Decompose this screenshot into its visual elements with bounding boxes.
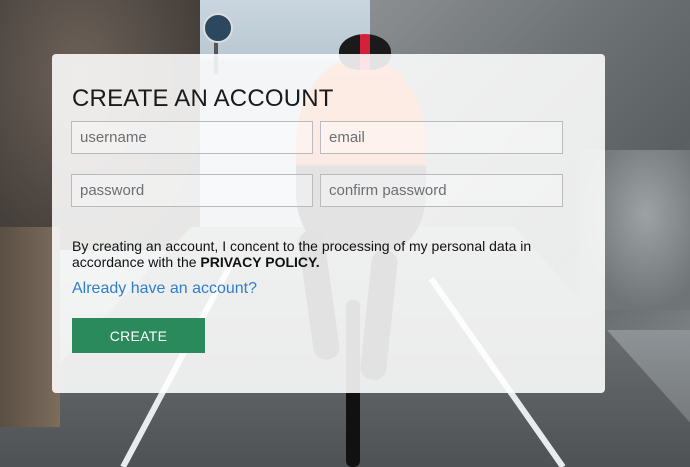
create-account-card: CREATE AN ACCOUNT By creating an account…: [52, 54, 605, 393]
already-have-account-link[interactable]: Already have an account?: [72, 280, 257, 298]
create-button[interactable]: CREATE: [72, 318, 205, 353]
form-title: CREATE AN ACCOUNT: [72, 85, 334, 112]
consent-text: By creating an account, I concent to the…: [72, 238, 572, 270]
road-sign: [203, 13, 233, 43]
username-input[interactable]: [71, 121, 313, 154]
privacy-policy-link[interactable]: PRIVACY POLICY.: [200, 254, 319, 270]
confirm-password-input[interactable]: [320, 174, 563, 207]
password-input[interactable]: [71, 174, 313, 207]
email-input[interactable]: [320, 121, 563, 154]
background-wall: [0, 227, 60, 427]
